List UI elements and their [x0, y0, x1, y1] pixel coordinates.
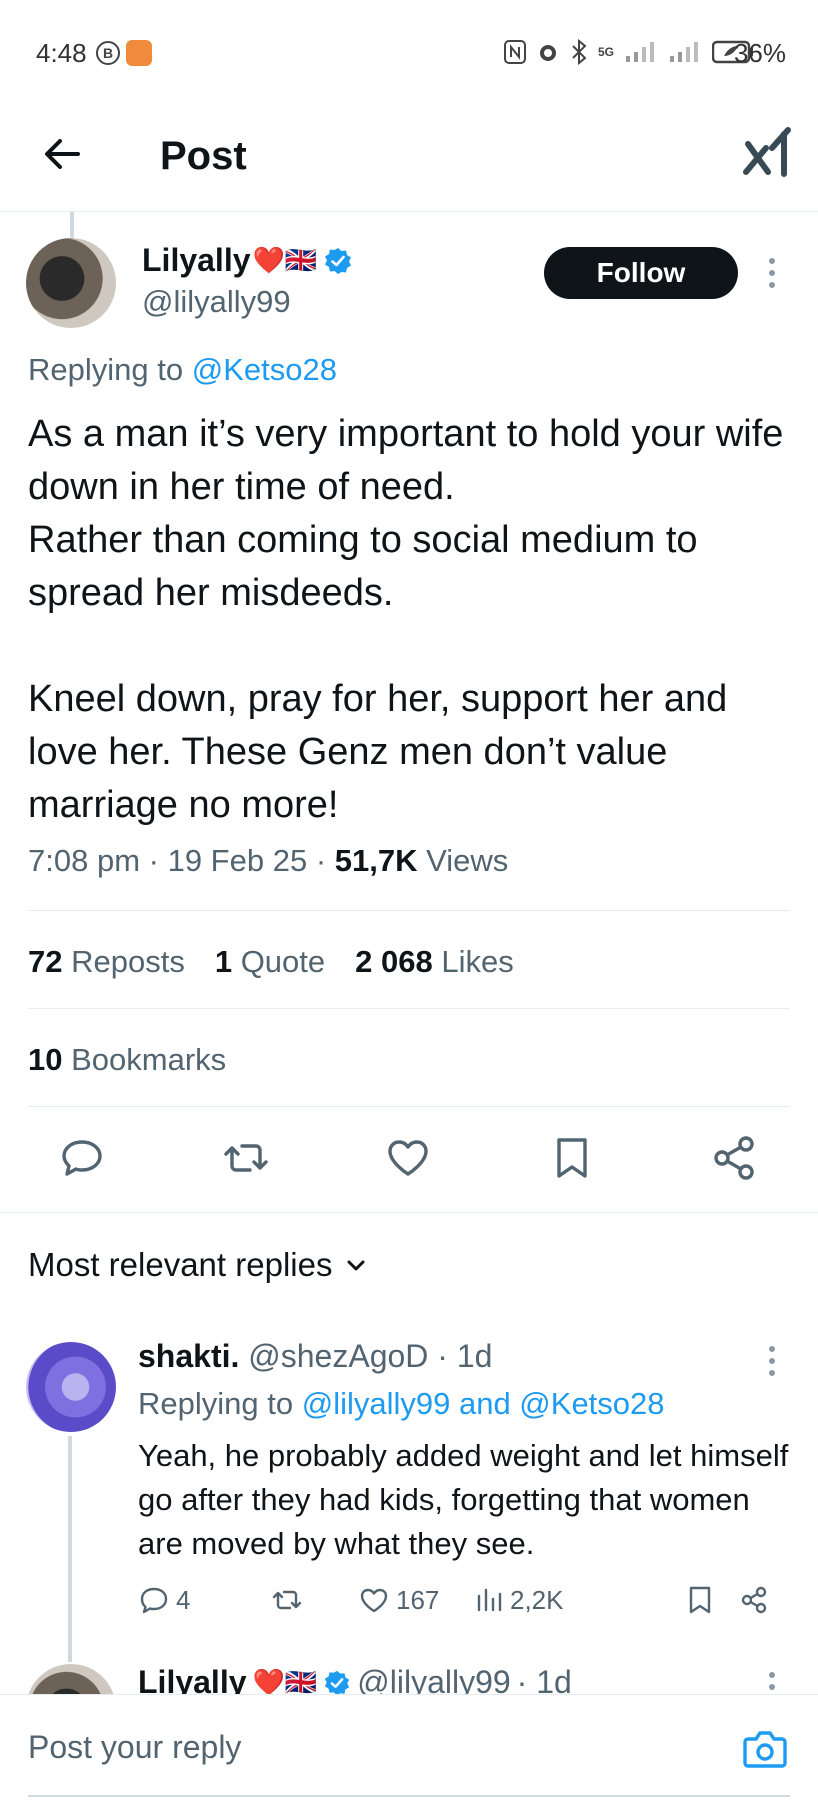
reply-repost-button[interactable] [270, 1584, 304, 1616]
signal-icon [626, 42, 655, 62]
post-time: 7:08 pm [28, 843, 141, 878]
nfc-icon [504, 40, 526, 64]
bookmark-icon[interactable] [544, 1130, 600, 1186]
verified-badge-icon [325, 247, 352, 274]
likes-stat[interactable]: 2 068 Likes [355, 944, 514, 980]
divider [28, 1008, 790, 1009]
thread-line [68, 1436, 72, 1662]
avatar[interactable] [26, 238, 116, 328]
back-arrow-icon[interactable] [38, 130, 86, 178]
network-type: 5G [598, 45, 615, 59]
post-header: Post [0, 100, 818, 212]
page-title: Post [160, 134, 247, 178]
reply-replying-to: Replying to @lilyally99 and @Ketso28 [138, 1386, 665, 1422]
reply-author-name[interactable]: shakti. [138, 1338, 239, 1374]
divider [28, 1795, 790, 1797]
replying-to-link[interactable]: @Ketso28 [192, 352, 337, 387]
more-options-icon[interactable] [768, 1346, 776, 1376]
reply-reply-button[interactable]: 4 [138, 1584, 190, 1616]
camera-icon[interactable] [742, 1727, 788, 1771]
bluetooth-icon [572, 39, 587, 65]
more-options-icon[interactable] [768, 258, 776, 288]
reply-input[interactable]: Post your reply [28, 1729, 241, 1766]
reply-actions: 4 167 2,2K [138, 1584, 788, 1624]
reply-icon[interactable] [54, 1130, 110, 1186]
replying-prefix: Replying to [28, 352, 192, 387]
view-count: 2,2K [510, 1584, 564, 1615]
alarm-icon [540, 45, 556, 61]
x-logo-icon [743, 127, 791, 177]
quotes-count: 1 [214, 944, 233, 979]
share-icon [741, 1586, 767, 1614]
reply-icon [140, 1587, 168, 1614]
signal-icon-2 [670, 42, 699, 62]
post-date: 19 Feb 25 [167, 843, 308, 878]
reply-views-button[interactable]: 2,2K [474, 1584, 564, 1616]
status-icons: 5G [504, 38, 754, 66]
reply-author-handle[interactable]: @shezAgoD [248, 1338, 428, 1374]
like-count: 167 [396, 1584, 440, 1615]
post-actions [0, 1130, 818, 1192]
repost-icon[interactable] [218, 1130, 274, 1186]
author-name-row[interactable]: Lilyally ❤️🇬🇧 [142, 242, 353, 279]
reply-count: 4 [176, 1584, 191, 1615]
reply-age: · 1d [437, 1338, 493, 1374]
author-name: Lilyally [142, 242, 251, 278]
reposts-count: 72 [28, 944, 63, 979]
thread-line [70, 212, 74, 238]
bookmark-icon [689, 1586, 711, 1614]
reply-avatar[interactable] [26, 1342, 116, 1432]
post-meta: 7:08 pm · 19 Feb 25 · 51,7K Views [28, 843, 509, 878]
reposts-stat[interactable]: 72 Reposts [28, 944, 185, 980]
like-icon [360, 1588, 388, 1613]
bookmarks-stat[interactable]: 10 Bookmarks [28, 1042, 226, 1078]
share-icon[interactable] [706, 1130, 762, 1186]
follow-button[interactable]: Follow [544, 247, 738, 299]
divider [0, 1212, 818, 1213]
reply-bookmark-button[interactable] [686, 1584, 714, 1616]
name-emoji: ❤️🇬🇧 [252, 245, 318, 275]
views-count: 51,7K [334, 843, 418, 878]
bookmarks-count: 10 [28, 1042, 63, 1077]
reply-header: shakti. @shezAgoD · 1d [138, 1338, 492, 1375]
verified-badge-icon [325, 1670, 350, 1695]
divider [28, 910, 790, 911]
author-handle[interactable]: @lilyally99 [142, 284, 291, 320]
chevron-down-icon [347, 1260, 365, 1271]
likes-count: 2 068 [355, 944, 433, 979]
reply-share-button[interactable] [738, 1584, 770, 1616]
reply-like-button[interactable]: 167 [358, 1584, 439, 1616]
post-text: As a man it’s very important to hold you… [28, 413, 784, 826]
quotes-stat[interactable]: 1 Quote [215, 944, 325, 980]
shield-app-icon [126, 40, 152, 66]
replies-sort-dropdown[interactable]: Most relevant replies [28, 1246, 368, 1284]
battery-percent: 36% [733, 38, 786, 68]
views-label: Views [417, 843, 509, 878]
replying-prefix: Replying to [138, 1386, 302, 1421]
quotes-label: Quote [232, 944, 326, 979]
replying-to: Replying to @Ketso28 [28, 352, 337, 388]
bookmarks-label: Bookmarks [62, 1042, 227, 1077]
status-bar: 4:48 B 5G 36% [0, 0, 818, 100]
replying-to-links[interactable]: @lilyally99 and @Ketso28 [302, 1386, 665, 1421]
reply-composer: Post your reply [0, 1694, 818, 1808]
divider [28, 1106, 790, 1107]
likes-label: Likes [432, 944, 514, 979]
like-icon[interactable] [380, 1130, 436, 1186]
replies-sort-label: Most relevant replies [28, 1246, 333, 1283]
status-time: 4:48 [36, 38, 87, 68]
engagement-stats: 72 Reposts 1 Quote 2 068 Likes [28, 944, 514, 980]
b-badge-icon: B [96, 41, 120, 65]
views-icon [477, 1588, 502, 1612]
repost-icon [272, 1590, 302, 1610]
reposts-label: Reposts [62, 944, 185, 979]
reply-text: Yeah, he probably added weight and let h… [138, 1438, 789, 1561]
